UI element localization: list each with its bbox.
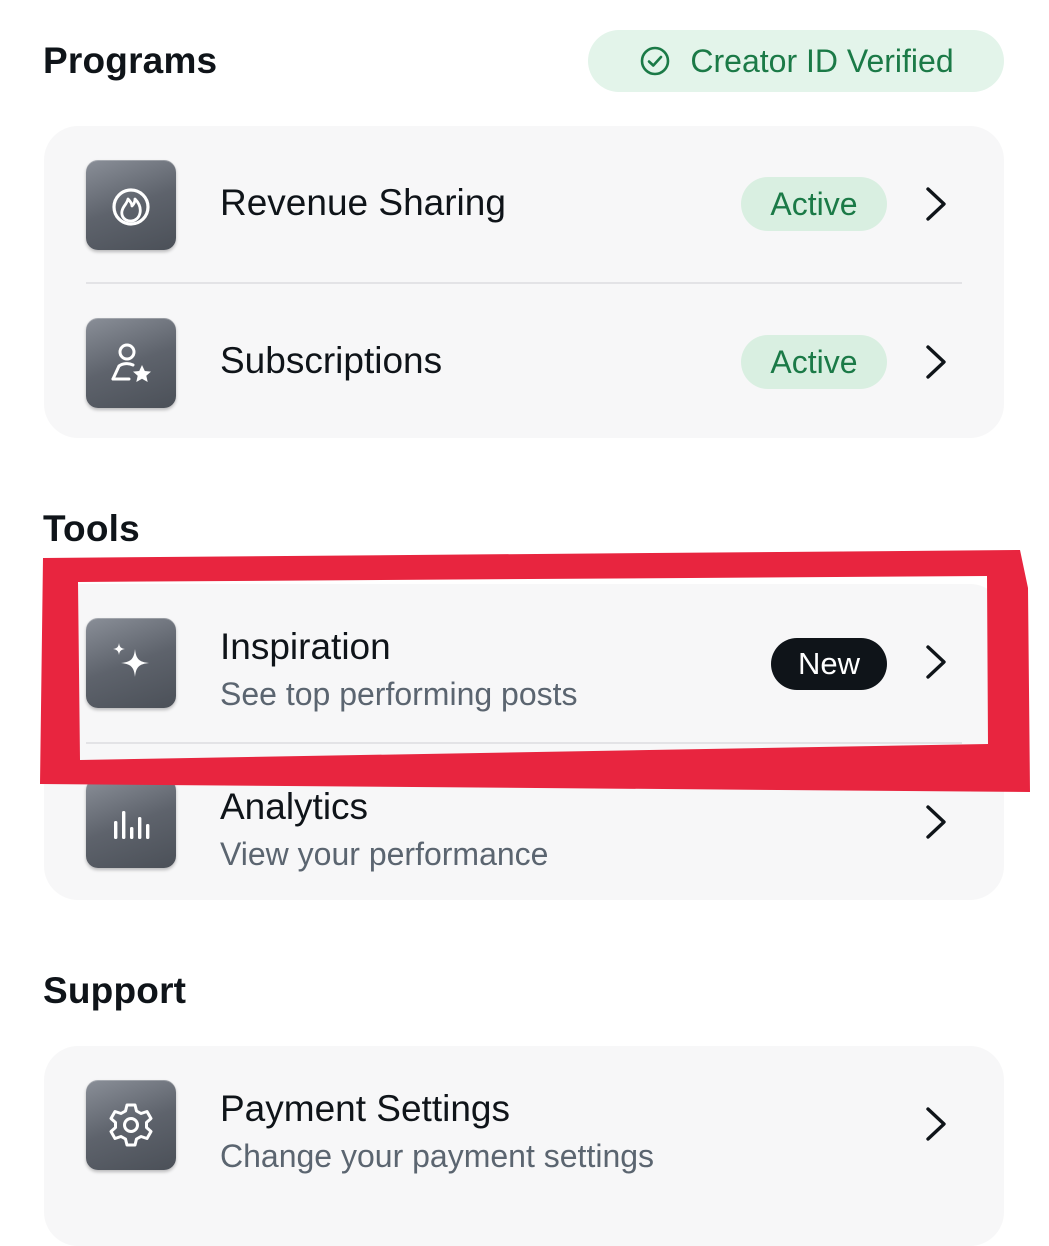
- tool-item-inspiration[interactable]: Inspiration See top performing posts New: [44, 584, 1004, 742]
- program-item-revenue-sharing[interactable]: Revenue Sharing Active: [44, 126, 1004, 284]
- tool-title: Inspiration: [220, 626, 391, 667]
- tool-subtitle: See top performing posts: [220, 676, 578, 712]
- support-subtitle: Change your payment settings: [220, 1138, 655, 1174]
- chevron-right-icon: [926, 1107, 946, 1141]
- support-item-payment-settings[interactable]: Payment Settings Change your payment set…: [44, 1046, 1004, 1204]
- tool-item-analytics[interactable]: Analytics View your performance: [44, 744, 1004, 902]
- chevron-right-icon: [926, 187, 946, 221]
- new-badge: New: [771, 638, 887, 690]
- flame-icon: [86, 160, 176, 250]
- tools-heading: Tools: [43, 508, 140, 549]
- person-star-icon: [86, 318, 176, 408]
- chevron-right-icon: [926, 645, 946, 679]
- support-card: Payment Settings Change your payment set…: [44, 1046, 1004, 1246]
- status-badge: Active: [741, 335, 887, 389]
- sparkle-icon: [86, 618, 176, 708]
- programs-card: Revenue Sharing Active Subscriptions Act…: [44, 126, 1004, 438]
- check-circle-icon: [641, 46, 670, 76]
- chevron-right-icon: [926, 805, 946, 839]
- program-title: Revenue Sharing: [220, 182, 506, 223]
- program-item-subscriptions[interactable]: Subscriptions Active: [44, 284, 1004, 442]
- status-badge: Active: [741, 177, 887, 231]
- bar-chart-icon: [86, 778, 176, 868]
- tool-subtitle: View your performance: [220, 836, 549, 872]
- verified-label: Creator ID Verified: [690, 42, 954, 79]
- gear-icon: [86, 1080, 176, 1170]
- chevron-right-icon: [926, 345, 946, 379]
- support-heading: Support: [43, 970, 187, 1011]
- tool-title: Analytics: [220, 786, 369, 827]
- programs-heading: Programs: [43, 40, 218, 81]
- program-title: Subscriptions: [220, 340, 443, 381]
- tools-card: Inspiration See top performing posts New…: [44, 584, 1004, 900]
- creator-verified-badge[interactable]: Creator ID Verified: [588, 30, 1004, 92]
- support-title: Payment Settings: [220, 1088, 510, 1129]
